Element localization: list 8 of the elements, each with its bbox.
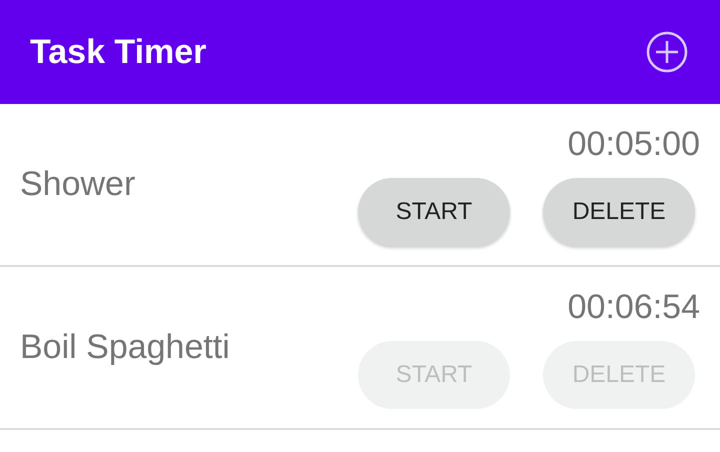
task-timer: 00:05:00 bbox=[568, 125, 700, 164]
app-title: Task Timer bbox=[30, 32, 206, 72]
task-name: Boil Spaghetti bbox=[20, 328, 230, 367]
task-timer: 00:06:54 bbox=[568, 288, 700, 327]
task-name: Shower bbox=[20, 165, 136, 204]
start-button[interactable]: START bbox=[358, 178, 510, 246]
add-icon[interactable] bbox=[646, 31, 688, 73]
delete-button[interactable]: DELETE bbox=[543, 178, 695, 246]
